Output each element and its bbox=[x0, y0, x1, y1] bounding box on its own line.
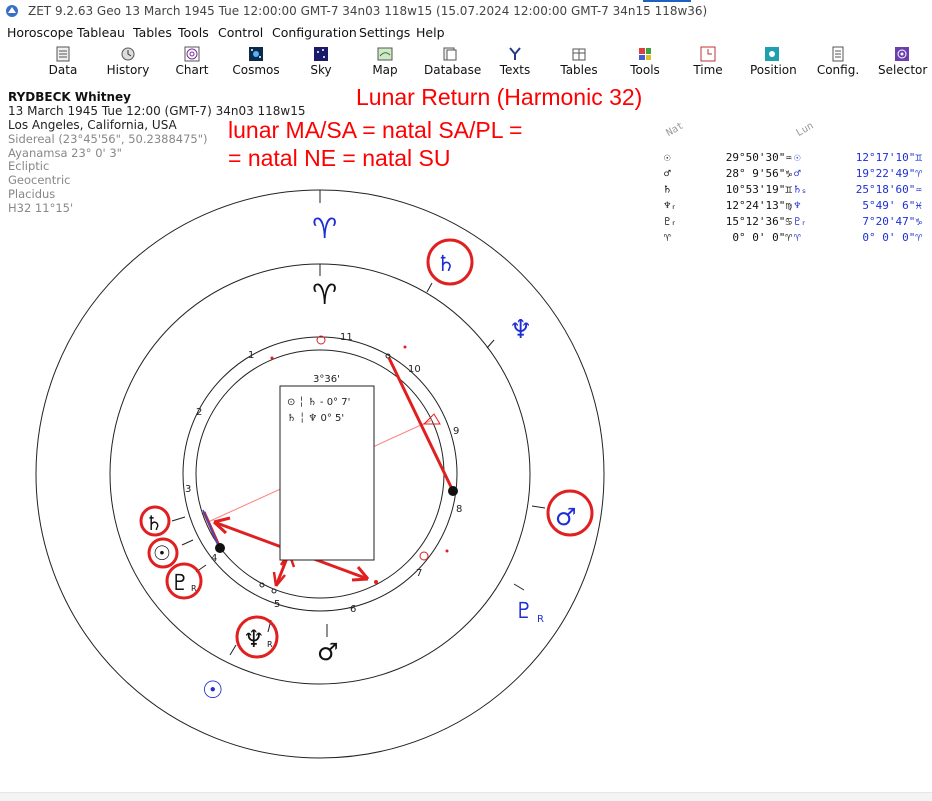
planet-point bbox=[448, 486, 458, 496]
house-number: 11 bbox=[340, 332, 353, 343]
natal-mars-glyph: ♂ bbox=[317, 638, 339, 666]
marker-dot bbox=[445, 549, 449, 553]
marker-dot bbox=[270, 356, 274, 360]
tick bbox=[171, 516, 186, 522]
natal-glyph: ♄ bbox=[664, 183, 671, 196]
natal-neptune-glyph: ♆ bbox=[243, 625, 265, 653]
lunar-position: 12°17'10"♊ bbox=[855, 151, 922, 164]
table-row: ♈ 0° 0' 0"♈ ♈ 0° 0' 0"♈ bbox=[664, 231, 926, 246]
lunar-neptune-glyph: ♆ bbox=[509, 315, 532, 345]
aspect-line bbox=[202, 509, 220, 548]
house-number: 2 bbox=[196, 407, 202, 418]
marker-circle bbox=[419, 551, 429, 561]
table-row: ☉ 29°50'30"♒ ☉ 12°17'10"♊ bbox=[664, 151, 926, 166]
lunar-position: 5°49' 6"♓ bbox=[862, 199, 922, 212]
natal-aries-glyph: ♈ bbox=[312, 278, 337, 311]
table-row: ♆ᵣ 12°24'13"♍ ♆ 5°49' 6"♓ bbox=[664, 199, 926, 214]
lunar-pluto-retro: R bbox=[537, 614, 544, 625]
house-number: 4 bbox=[211, 553, 217, 564]
tick bbox=[531, 505, 546, 509]
lunar-pluto-glyph: ♇ bbox=[514, 599, 534, 624]
natal-position: 15°12'36"♋ bbox=[725, 215, 792, 228]
natal-glyph: ♆ᵣ bbox=[664, 199, 678, 212]
natal-position: 29°50'30"♒ bbox=[725, 151, 792, 164]
tick bbox=[229, 644, 237, 656]
setting-geocentric: Geocentric bbox=[8, 173, 71, 188]
house-number: 9 bbox=[453, 426, 459, 437]
tick bbox=[486, 339, 495, 349]
lunar-saturn-glyph: ♄ bbox=[436, 252, 456, 277]
tick bbox=[513, 583, 525, 591]
natal-position: 12°24'13"♍ bbox=[725, 199, 792, 212]
setting-harmonic: H32 11°15' bbox=[8, 200, 74, 215]
annotation-line2: = natal NE = natal SU bbox=[228, 145, 451, 171]
table-row: ♂ 28° 9'56"♑ ♂ 19°22'49"♈ bbox=[664, 167, 926, 182]
lunar-position: 0° 0' 0"♈ bbox=[862, 231, 922, 244]
natal-glyph: ♂ bbox=[664, 167, 671, 180]
lunar-mars-glyph: ♂ bbox=[555, 503, 577, 531]
annotation-line1: lunar MA/SA = natal SA/PL = bbox=[228, 117, 523, 143]
house-number: 3 bbox=[185, 484, 191, 495]
person-name: RYDBECK Whitney bbox=[8, 90, 131, 104]
aspect-box-row: ⊙ ╎ ♄ - 0° 7' bbox=[287, 396, 350, 408]
lunar-position: 25°18'60"♒ bbox=[855, 183, 922, 196]
natal-position: 0° 0' 0"♈ bbox=[732, 231, 792, 244]
aspect-box-row: ♄ ╎ ♆ 0° 5' bbox=[287, 412, 344, 424]
natal-glyph: ☉ bbox=[664, 151, 671, 164]
table-row: ♇ᵣ 15°12'36"♋ ♇ᵣ 7°20'47"♑ bbox=[664, 215, 926, 230]
aspect-line bbox=[387, 357, 455, 492]
natal-sun-glyph: ☉ bbox=[153, 541, 171, 565]
house-number: 10 bbox=[408, 364, 421, 375]
aspect-box-header: 3°36' bbox=[313, 374, 340, 385]
marker-dot bbox=[403, 345, 407, 349]
lunar-sun-glyph: ☉ bbox=[202, 676, 224, 704]
marker-dot bbox=[374, 580, 378, 584]
house-number: 1 bbox=[248, 350, 254, 361]
table-row: ♄ 10°53'19"♊ ♄ₛ 25°18'60"♒ bbox=[664, 183, 926, 198]
natal-glyph: ♈ bbox=[664, 231, 671, 244]
tick bbox=[181, 539, 194, 546]
annotation-title: Lunar Return (Harmonic 32) bbox=[356, 84, 643, 110]
lunar-aries-glyph: ♈ bbox=[312, 212, 337, 245]
lunar-position: 19°22'49"♈ bbox=[855, 167, 922, 180]
natal-position: 10°53'19"♊ bbox=[725, 183, 792, 196]
house-number: 5 bbox=[274, 599, 280, 610]
house-number: 6 bbox=[350, 604, 356, 615]
natal-neptune-retro: R bbox=[267, 640, 273, 649]
natal-position: 28° 9'56"♑ bbox=[725, 167, 792, 180]
house-number: 8 bbox=[456, 504, 462, 515]
natal-glyph: ♇ᵣ bbox=[664, 215, 678, 228]
birth-datetime: 13 March 1945 Tue 12:00 (GMT-7) 34n03 11… bbox=[8, 104, 306, 118]
lunar-position: 7°20'47"♑ bbox=[862, 215, 922, 228]
tick bbox=[426, 282, 433, 293]
planet-point bbox=[215, 543, 225, 553]
setting-placidus: Placidus bbox=[8, 186, 56, 201]
house-number: 7 bbox=[416, 568, 422, 579]
